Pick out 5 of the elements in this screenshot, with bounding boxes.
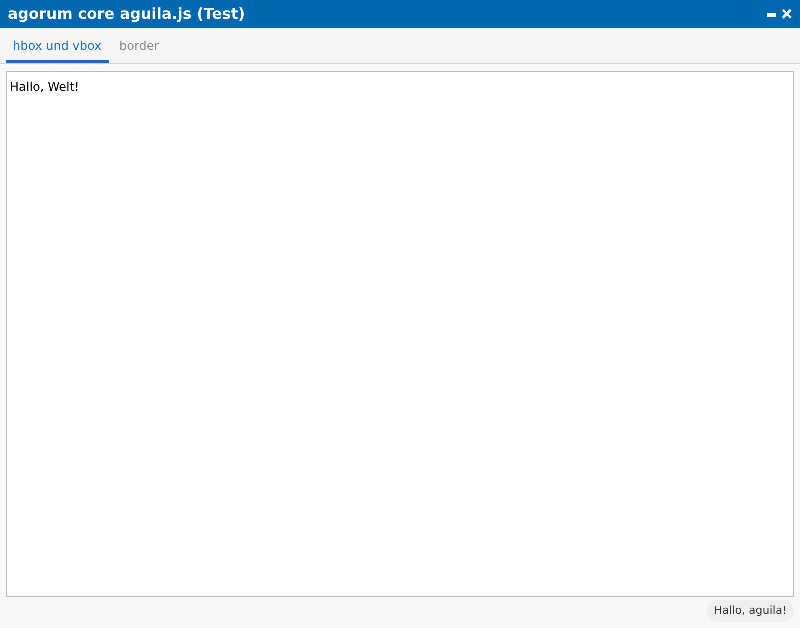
status-badge: Hallo, aguila! xyxy=(707,600,794,622)
content-text: Hallo, Welt! xyxy=(10,80,80,94)
window-title: agorum core aguila.js (Test) xyxy=(8,4,246,25)
tab[interactable]: border xyxy=(110,37,168,63)
close-icon[interactable] xyxy=(782,9,792,19)
